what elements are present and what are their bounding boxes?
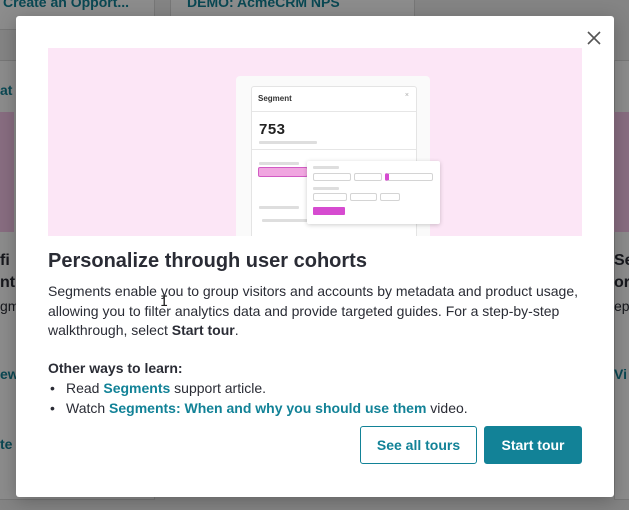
modal-description: Segments enable you to group visitors an…: [48, 282, 588, 341]
background-image: [0, 112, 14, 232]
background-link: Create an Opport...: [3, 0, 130, 10]
close-icon: [587, 31, 601, 45]
segment-preview-count: 753: [259, 121, 286, 138]
apply-swatch: [313, 207, 345, 215]
see-all-tours-button[interactable]: See all tours: [360, 426, 477, 464]
background-text: nt: [0, 274, 16, 291]
filter-popover: [307, 161, 440, 224]
filter-chip: [313, 193, 347, 201]
list-item-prefix: Watch: [66, 400, 110, 416]
highlight-pill: [258, 167, 308, 177]
tour-modal: Segment × 753 Personalize through user c…: [16, 16, 614, 497]
divider: [252, 149, 416, 150]
description-emphasis: Start tour: [171, 322, 235, 338]
filter-chip: [380, 193, 400, 201]
filter-chip: [385, 173, 433, 181]
placeholder-bar: [259, 206, 299, 209]
segment-preview-title: Segment: [258, 94, 292, 103]
placeholder-bar: [259, 141, 317, 144]
placeholder-bar: [313, 166, 339, 169]
filter-chip: [354, 173, 382, 181]
close-icon: ×: [404, 92, 409, 99]
illustration-card: Segment × 753: [236, 76, 440, 236]
placeholder-bar: [313, 187, 339, 190]
list-item: Read Segments support article.: [48, 378, 468, 398]
filter-chip: [350, 193, 377, 201]
background-link: at: [0, 82, 13, 98]
background-text: or: [614, 274, 629, 291]
close-button[interactable]: [584, 28, 604, 48]
background-image: [614, 112, 629, 232]
description-text: Segments enable you to group visitors an…: [48, 283, 579, 338]
hero-illustration: Segment × 753: [48, 48, 582, 236]
segments-video-link[interactable]: Segments: When and why you should use th…: [109, 400, 426, 416]
list-item-prefix: Read: [66, 380, 104, 396]
start-tour-button[interactable]: Start tour: [484, 426, 582, 464]
segment-preview: Segment × 753: [251, 86, 440, 236]
background-text: Se: [614, 252, 629, 269]
background-link: te: [0, 436, 13, 452]
divider: [252, 111, 416, 112]
list-item: Watch Segments: When and why you should …: [48, 398, 468, 418]
learn-list: Read Segments support article. Watch Seg…: [48, 378, 468, 418]
background-link: Vi: [614, 366, 627, 382]
placeholder-bar: [259, 162, 299, 165]
background-text: fi: [0, 252, 10, 269]
other-ways-heading: Other ways to learn:: [48, 360, 183, 376]
filter-chip: [313, 173, 351, 181]
description-end: .: [234, 322, 239, 338]
modal-title: Personalize through user cohorts: [48, 250, 367, 272]
segments-article-link[interactable]: Segments: [103, 380, 170, 396]
background-link: DEMO: AcmeCRM NPS: [187, 0, 340, 10]
background-text: ep: [614, 298, 629, 314]
list-item-suffix: support article.: [170, 380, 266, 396]
list-item-suffix: video.: [426, 400, 468, 416]
